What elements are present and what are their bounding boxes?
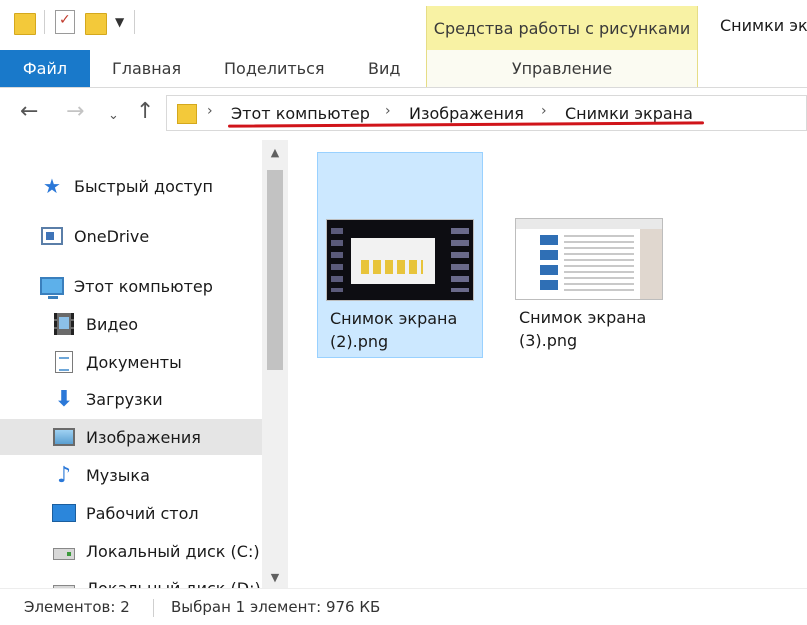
sidebar-item-downloads[interactable]: ⬇ Загрузки bbox=[0, 381, 262, 417]
computer-icon bbox=[40, 277, 64, 299]
sidebar-item-label: Видео bbox=[86, 314, 139, 334]
title-bar: ▼ Средства работы с рисунками Снимки экр… bbox=[0, 0, 807, 50]
properties-icon[interactable] bbox=[55, 10, 75, 34]
toolbar-divider bbox=[44, 10, 45, 34]
sidebar-item-video[interactable]: Видео bbox=[0, 306, 262, 342]
breadcrumb-chevron-icon[interactable]: › bbox=[541, 103, 547, 119]
navigation-pane: ★ Быстрый доступ OneDrive Этот компьютер… bbox=[0, 140, 262, 588]
sidebar-item-pictures[interactable]: Изображения bbox=[0, 419, 262, 455]
folder-icon[interactable] bbox=[14, 11, 36, 35]
onedrive-icon bbox=[41, 227, 63, 245]
sidebar-item-label: Изображения bbox=[86, 427, 201, 447]
back-arrow-icon[interactable]: ← bbox=[20, 101, 38, 123]
new-folder-icon[interactable] bbox=[85, 11, 107, 35]
sidebar-item-quick-access[interactable]: ★ Быстрый доступ bbox=[0, 168, 262, 204]
image-thumbnail bbox=[326, 219, 474, 301]
toolbar-divider bbox=[134, 10, 136, 34]
sidebar-item-drive-d[interactable]: Локальный диск (D:) bbox=[0, 570, 262, 588]
ribbon-tabs: Файл Главная Поделиться Вид Управление bbox=[0, 50, 807, 88]
tab-share[interactable]: Поделиться bbox=[224, 50, 325, 87]
image-thumbnail bbox=[515, 218, 663, 300]
navigation-bar: ← → ⌄ ↑ › Этот компьютер › Изображения ›… bbox=[0, 88, 807, 138]
quick-access-toolbar: ▼ bbox=[14, 10, 136, 35]
tab-file[interactable]: Файл bbox=[0, 50, 90, 87]
selection-info: Выбран 1 элемент: 976 КБ bbox=[171, 598, 381, 616]
tab-view[interactable]: Вид bbox=[368, 50, 400, 87]
file-list-pane[interactable]: Снимок экрана (2).png Снимок экрана (3).… bbox=[288, 140, 807, 588]
music-note-icon: ♪ bbox=[56, 462, 72, 488]
breadcrumb-chevron-icon[interactable]: › bbox=[207, 103, 213, 119]
sidebar-item-label: Документы bbox=[86, 352, 182, 372]
file-item[interactable]: Снимок экрана (3).png bbox=[507, 152, 673, 358]
scroll-down-arrow-icon[interactable]: ▼ bbox=[262, 571, 288, 584]
sidebar-item-label: Рабочий стол bbox=[86, 503, 199, 523]
breadcrumb-chevron-icon[interactable]: › bbox=[385, 103, 391, 119]
sidebar-item-label: Загрузки bbox=[86, 389, 163, 409]
scrollbar-thumb[interactable] bbox=[267, 170, 283, 370]
breadcrumb-this-pc[interactable]: Этот компьютер bbox=[231, 104, 370, 123]
file-item[interactable]: Снимок экрана (2).png bbox=[317, 152, 483, 358]
download-arrow-icon: ⬇ bbox=[54, 386, 74, 412]
sidebar-item-music[interactable]: ♪ Музыка bbox=[0, 457, 262, 493]
desktop-icon bbox=[52, 504, 76, 522]
star-icon: ★ bbox=[43, 174, 61, 198]
sidebar-item-this-pc[interactable]: Этот компьютер bbox=[0, 268, 262, 304]
pictures-icon bbox=[53, 428, 75, 446]
sidebar-item-label: Быстрый доступ bbox=[74, 176, 213, 196]
sidebar-item-documents[interactable]: Документы bbox=[0, 344, 262, 380]
up-arrow-icon[interactable]: ↑ bbox=[136, 101, 154, 123]
tab-home[interactable]: Главная bbox=[112, 50, 181, 87]
status-divider bbox=[153, 599, 154, 617]
file-name: Снимок экрана (3).png bbox=[519, 308, 647, 350]
sidebar-item-label: Этот компьютер bbox=[74, 276, 213, 296]
file-name: Снимок экрана (2).png bbox=[330, 309, 458, 351]
breadcrumb-pictures[interactable]: Изображения bbox=[409, 104, 524, 123]
navigation-pane-scrollbar[interactable]: ▲ ▼ bbox=[262, 140, 288, 588]
video-icon bbox=[54, 313, 74, 335]
breadcrumb-screenshots[interactable]: Снимки экрана bbox=[565, 104, 693, 123]
window-title: Снимки экра bbox=[720, 16, 807, 35]
recent-locations-chevron-icon[interactable]: ⌄ bbox=[108, 105, 119, 127]
drive-icon bbox=[53, 548, 75, 560]
folder-icon bbox=[177, 104, 197, 124]
scroll-up-arrow-icon[interactable]: ▲ bbox=[262, 146, 288, 159]
picture-tools-tab-header: Средства работы с рисунками bbox=[426, 6, 698, 50]
sidebar-item-label: OneDrive bbox=[74, 226, 150, 246]
customize-toolbar-chevron-icon[interactable]: ▼ bbox=[115, 15, 124, 29]
sidebar-item-desktop[interactable]: Рабочий стол bbox=[0, 495, 262, 531]
tab-manage[interactable]: Управление bbox=[426, 50, 698, 87]
status-bar: Элементов: 2 Выбран 1 элемент: 976 КБ bbox=[0, 588, 807, 625]
sidebar-item-label: Локальный диск (D:) bbox=[86, 578, 261, 589]
documents-icon bbox=[55, 351, 73, 373]
sidebar-item-label: Музыка bbox=[86, 465, 150, 485]
sidebar-item-onedrive[interactable]: OneDrive bbox=[0, 218, 262, 254]
item-count: Элементов: 2 bbox=[24, 598, 130, 616]
sidebar-item-label: Локальный диск (C:) bbox=[86, 541, 260, 561]
sidebar-item-drive-c[interactable]: Локальный диск (C:) bbox=[0, 533, 262, 569]
forward-arrow-icon[interactable]: → bbox=[66, 101, 84, 123]
